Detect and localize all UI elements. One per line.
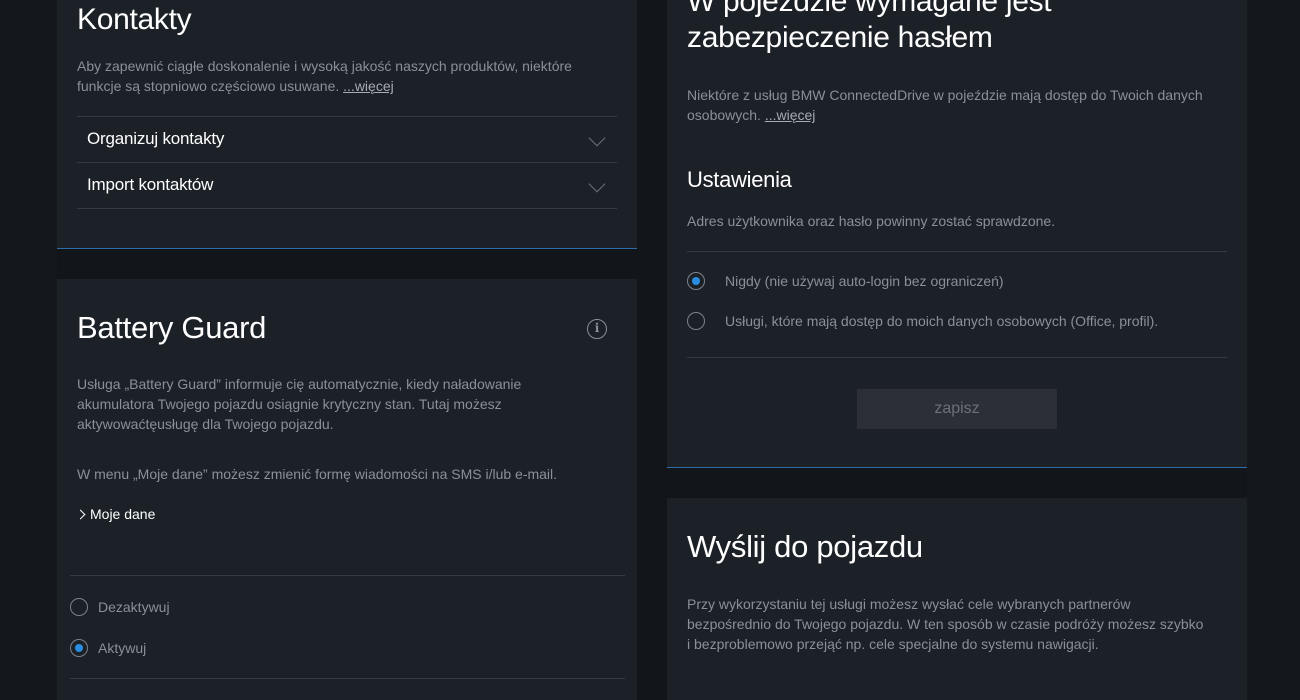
settings-title: Ustawienia bbox=[687, 167, 792, 192]
password-description: Niektóre z usług BMW ConnectedDrive w po… bbox=[687, 85, 1207, 125]
divider bbox=[77, 208, 617, 209]
radio-label: Dezaktywuj bbox=[98, 599, 170, 615]
battery-guard-title: Battery Guard bbox=[77, 310, 267, 345]
divider bbox=[687, 357, 1227, 358]
contacts-description-text: Aby zapewnić ciągłe doskonalenie i wysok… bbox=[77, 58, 572, 94]
contacts-description: Aby zapewnić ciągłe doskonalenie i wysok… bbox=[77, 56, 617, 96]
chevron-right-icon bbox=[75, 509, 86, 519]
contacts-more-link[interactable]: ...więcej bbox=[343, 78, 394, 94]
divider bbox=[70, 575, 625, 576]
my-data-link[interactable]: Moje dane bbox=[75, 506, 156, 522]
accordion-organize-contacts[interactable]: Organizuj kontakty bbox=[77, 116, 617, 162]
contacts-title: Kontakty bbox=[77, 3, 192, 36]
send-to-vehicle-card: Wyślij do pojazdu Przy wykorzystaniu tej… bbox=[667, 498, 1247, 700]
accordion-label: Organizuj kontakty bbox=[87, 129, 225, 148]
radio-label: Nigdy (nie używaj auto-login bez ogranic… bbox=[725, 273, 1004, 289]
contacts-card: Kontakty Aby zapewnić ciągłe doskonaleni… bbox=[57, 0, 637, 249]
radio-button[interactable] bbox=[687, 312, 705, 330]
radio-button-selected[interactable] bbox=[70, 639, 88, 657]
radio-never[interactable]: Nigdy (nie używaj auto-login bez ogranic… bbox=[687, 272, 1004, 290]
settings-description: Adres użytkownika oraz hasło powinny zos… bbox=[687, 213, 1056, 229]
page-edge-left bbox=[0, 0, 57, 700]
accordion-import-contacts[interactable]: Import kontaktów bbox=[77, 162, 617, 208]
accordion-label: Import kontaktów bbox=[87, 175, 214, 194]
radio-deactivate[interactable]: Dezaktywuj bbox=[70, 598, 170, 616]
password-title-line1: W pojeździe wymagane jest bbox=[687, 0, 1052, 18]
divider bbox=[687, 251, 1227, 252]
radio-button-selected[interactable] bbox=[687, 272, 705, 290]
radio-activate[interactable]: Aktywuj bbox=[70, 639, 146, 657]
send-to-vehicle-title: Wyślij do pojazdu bbox=[687, 529, 923, 564]
divider bbox=[70, 678, 625, 679]
radio-label: Usługi, które mają dostęp do moich danyc… bbox=[725, 313, 1159, 329]
radio-label: Aktywuj bbox=[98, 640, 147, 656]
chevron-down-icon bbox=[588, 129, 606, 147]
send-to-vehicle-description: Przy wykorzystaniu tej usługi możesz wys… bbox=[687, 596, 1204, 652]
password-title-line2: zabezpieczenie hasłem bbox=[687, 21, 993, 54]
battery-guard-description-2: W menu „Moje dane” możesz zmienić formę … bbox=[77, 466, 558, 482]
radio-button[interactable] bbox=[70, 598, 88, 616]
save-button[interactable]: zapisz bbox=[857, 389, 1057, 429]
info-icon[interactable]: i bbox=[587, 319, 607, 339]
battery-guard-card: Battery Guard i Usługa „Battery Guard” i… bbox=[57, 279, 637, 700]
password-protection-card: W pojeździe wymagane jest zabezpieczenie… bbox=[667, 0, 1247, 468]
radio-personal-data-services[interactable]: Usługi, które mają dostęp do moich danyc… bbox=[687, 312, 1158, 330]
page-edge-right bbox=[1247, 0, 1300, 700]
battery-guard-description: Usługa „Battery Guard” informuje cię aut… bbox=[77, 376, 522, 432]
chevron-down-icon bbox=[588, 175, 606, 193]
password-more-link[interactable]: ...więcej bbox=[765, 107, 816, 123]
my-data-link-label: Moje dane bbox=[90, 506, 156, 522]
